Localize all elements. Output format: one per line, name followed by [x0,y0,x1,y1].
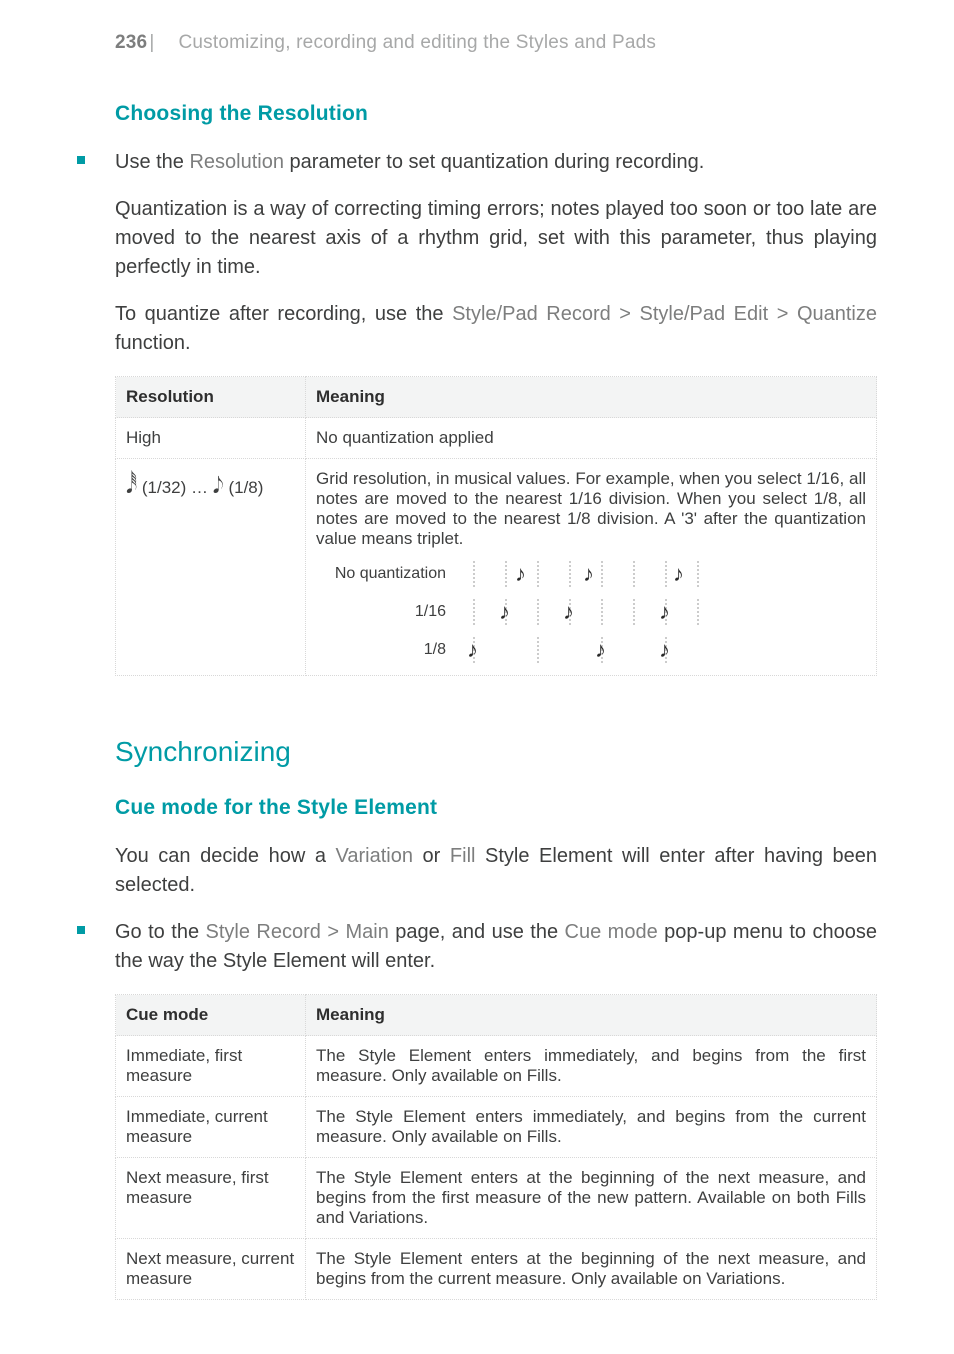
text: (1/32) … [137,478,213,497]
cell-text: Grid resolution, in musical values. For … [316,469,866,549]
table-row: Immediate, current measure The Style Ele… [116,1097,877,1158]
text: Go to the [115,921,206,943]
text: To quantize after recording, use the [115,303,452,325]
svg-text:♪: ♪ [564,597,573,627]
text-emph: Style/Pad Record > Style/Pad Edit > Quan… [452,303,877,325]
quantize-label: 1/16 [316,603,446,621]
paragraph: Use the Resolution parameter to set quan… [115,148,877,177]
svg-text:♪: ♪ [674,559,683,589]
header-separator: | [149,32,154,54]
text: parameter to set quantization during rec… [284,151,704,173]
notes-diagram-icon: ♪ ♪ ♪ [464,597,724,627]
notes-diagram-icon: ♪ ♪ ♪ [464,635,724,665]
svg-text:♪: ♪ [500,597,509,627]
table-row: Next measure, first measure The Style El… [116,1158,877,1239]
quantize-illustration: No quantization ♪♪♪ [316,559,866,665]
note-icon: 𝅘𝅥𝅱 [126,469,137,500]
paragraph: To quantize after recording, use the Sty… [115,300,877,358]
text: page, and use the [389,921,565,943]
cell: Grid resolution, in musical values. For … [306,459,877,676]
col-header: Meaning [306,377,877,418]
subheading-cue-mode: Cue mode for the Style Element [115,796,877,820]
text: (1/8) [224,478,264,497]
quantize-row: No quantization ♪ ♪ ♪ [316,559,866,589]
table-header-row: Cue mode Meaning [116,995,877,1036]
text-emph: Variation [336,845,413,867]
svg-text:♪: ♪ [584,559,593,589]
quantize-row: 1/16 ♪ ♪ ♪ [316,597,866,627]
subheading-resolution: Choosing the Resolution [115,102,877,126]
cell: The Style Element enters immediately, an… [306,1036,877,1097]
text: You can decide how a [115,845,336,867]
bullet-icon [77,156,85,164]
paragraph: You can decide how a Variation or Fill S… [115,842,877,900]
cell: The Style Element enters at the beginnin… [306,1239,877,1300]
bullet-icon [77,926,85,934]
text-emph: Style Record > Main [206,921,389,943]
text-emph: Fill [450,845,476,867]
page-number: 236 [115,32,147,54]
col-header: Meaning [306,995,877,1036]
bullet-paragraph: Go to the Style Record > Main page, and … [115,918,877,976]
resolution-table: Resolution Meaning High No quantization … [115,376,877,676]
svg-text:♪: ♪ [596,635,605,665]
bullet-paragraph: Use the Resolution parameter to set quan… [115,148,877,177]
chapter-title: Customizing, recording and editing the S… [178,32,656,54]
cue-mode-table: Cue mode Meaning Immediate, first measur… [115,994,877,1300]
cell: No quantization applied [306,418,877,459]
col-header: Resolution [116,377,306,418]
cell: Next measure, current measure [116,1239,306,1300]
cell: The Style Element enters immediately, an… [306,1097,877,1158]
cell: The Style Element enters at the beginnin… [306,1158,877,1239]
svg-text:♪: ♪ [516,559,525,589]
svg-text:♪: ♪ [660,635,669,665]
cell: Next measure, first measure [116,1158,306,1239]
cell: Immediate, current measure [116,1097,306,1158]
note-icon: 𝅘𝅥𝅮 [213,469,224,500]
text: Use the [115,151,189,173]
cell: Immediate, first measure [116,1036,306,1097]
svg-text:♪: ♪ [468,635,477,665]
cell: High [116,418,306,459]
quantize-label: No quantization [316,565,446,583]
table-row: High No quantization applied [116,418,877,459]
section-heading-synchronizing: Synchronizing [115,736,877,768]
paragraph: Quantization is a way of correcting timi… [115,195,877,282]
cell: 𝅘𝅥𝅱 (1/32) … 𝅘𝅥𝅮 (1/8) [116,459,306,676]
quantize-label: 1/8 [316,641,446,659]
svg-text:♪: ♪ [660,597,669,627]
col-header: Cue mode [116,995,306,1036]
table-row: 𝅘𝅥𝅱 (1/32) … 𝅘𝅥𝅮 (1/8) Grid resolution, … [116,459,877,676]
notes-diagram-icon: ♪ ♪ ♪ [464,559,724,589]
text: or [413,845,450,867]
table-row: Immediate, first measure The Style Eleme… [116,1036,877,1097]
text-emph: Cue mode [565,921,658,943]
table-header-row: Resolution Meaning [116,377,877,418]
text: function. [115,332,191,354]
text-emph: Resolution [189,151,284,173]
quantize-row: 1/8 ♪ ♪ ♪ [316,635,866,665]
running-header: 236 | Customizing, recording and editing… [115,32,877,54]
table-row: Next measure, current measure The Style … [116,1239,877,1300]
paragraph: Go to the Style Record > Main page, and … [115,918,877,976]
page-root: 236 | Customizing, recording and editing… [0,0,954,1340]
